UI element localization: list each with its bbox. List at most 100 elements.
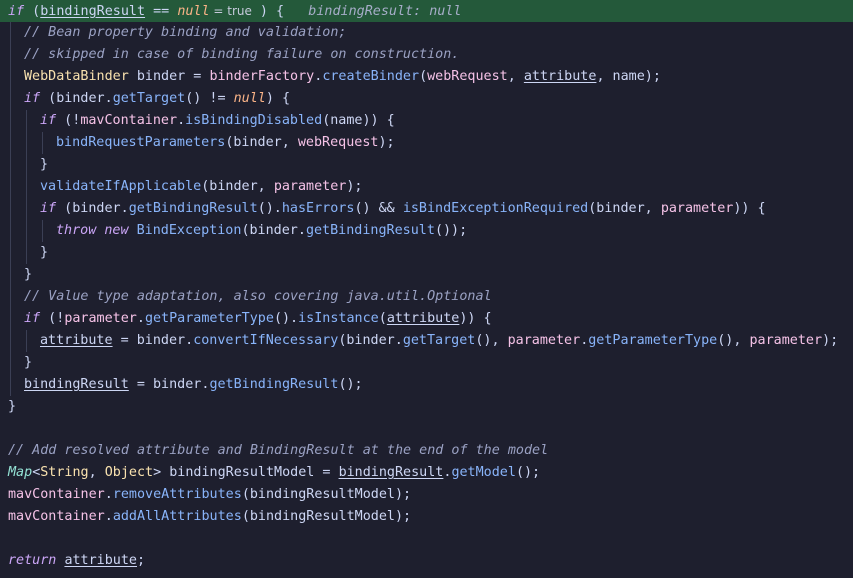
code-line[interactable]: // Bean property binding and validation;	[0, 22, 853, 44]
code-token: ());	[434, 223, 468, 238]
code-token: getBindingResult	[305, 223, 435, 238]
indent-guide	[10, 220, 11, 242]
code-token: }	[40, 245, 49, 260]
inlay-hint: bindingResult: null	[284, 4, 462, 19]
code-token: removeAttributes	[112, 487, 242, 502]
code-token: (bindingResultModel);	[241, 509, 412, 524]
code-line[interactable]: if (!parameter.getParameterType().isInst…	[0, 308, 853, 330]
code-token: getModel	[451, 465, 516, 480]
code-token: if	[24, 311, 41, 326]
code-token: webRequest	[297, 135, 379, 150]
code-token: bindRequestParameters	[56, 135, 226, 150]
code-token: (!	[56, 113, 81, 128]
code-token: .	[104, 487, 113, 502]
code-token: (binder,	[588, 201, 661, 216]
code-token: .	[104, 509, 113, 524]
code-token: String	[40, 465, 89, 480]
code-token: ) {	[251, 4, 285, 19]
evaluation-hint: = true	[209, 4, 252, 18]
code-token: bindingResult	[40, 4, 146, 19]
code-token: new	[104, 223, 129, 238]
code-editor[interactable]: if (bindingResult == null = true ) { bin…	[0, 0, 853, 578]
code-token: binder =	[128, 69, 210, 84]
indent-guide	[26, 154, 27, 176]
indent-guide	[26, 176, 27, 198]
code-line[interactable]: Map<String, Object> bindingResultModel =…	[0, 462, 853, 484]
code-line[interactable]: mavContainer.addAllAttributes(bindingRes…	[0, 506, 853, 528]
code-token: attribute	[523, 69, 597, 84]
indent-guide	[10, 88, 11, 110]
code-line[interactable]: }	[0, 264, 853, 286]
code-line[interactable]: }	[0, 242, 853, 264]
code-line[interactable]: WebDataBinder binder = binderFactory.cre…	[0, 66, 853, 88]
code-line[interactable]: if (binder.getTarget() != null) {	[0, 88, 853, 110]
code-token: , name);	[596, 69, 661, 84]
code-token: parameter	[507, 333, 581, 348]
indent-guide	[26, 198, 27, 220]
code-token: if	[40, 113, 57, 128]
code-token: parameter	[64, 311, 137, 326]
code-line[interactable]	[0, 528, 853, 550]
code-token: .	[177, 113, 186, 128]
code-token: return	[8, 553, 57, 568]
code-token: (binder,	[201, 179, 274, 194]
code-token: (),	[475, 333, 508, 348]
code-token: isBindingDisabled	[185, 113, 323, 128]
code-line[interactable]: return attribute;	[0, 550, 853, 572]
code-token: )) {	[459, 311, 492, 326]
code-line[interactable]: attribute = binder.convertIfNecessary(bi…	[0, 330, 853, 352]
code-token: // Add resolved attribute and BindingRes…	[8, 443, 549, 458]
code-line[interactable]	[0, 418, 853, 440]
code-token: getBindingResult	[128, 201, 258, 216]
code-token: if	[8, 4, 25, 19]
code-token: }	[24, 267, 33, 282]
code-line-current[interactable]: if (bindingResult == null = true ) { bin…	[0, 0, 853, 22]
code-token: (binder.	[56, 201, 129, 216]
code-line[interactable]: mavContainer.removeAttributes(bindingRes…	[0, 484, 853, 506]
code-line[interactable]: bindRequestParameters(binder, webRequest…	[0, 132, 853, 154]
code-token: > bindingResultModel =	[153, 465, 339, 480]
code-token: mavContainer	[8, 509, 105, 524]
code-token: parameter	[749, 333, 823, 348]
code-token: Map	[8, 465, 33, 480]
code-line[interactable]: validateIfApplicable(binder, parameter);	[0, 176, 853, 198]
code-token: // Bean property binding and validation;	[24, 25, 347, 40]
code-line[interactable]: // skipped in case of binding failure on…	[0, 44, 853, 66]
code-token: = binder.	[128, 377, 210, 392]
indent-guide	[10, 352, 11, 374]
code-token: if	[24, 91, 41, 106]
code-token: BindException	[136, 223, 242, 238]
code-token: (	[24, 4, 41, 19]
code-line[interactable]: }	[0, 154, 853, 176]
indent-guide	[10, 242, 11, 264]
code-token: ,	[88, 465, 105, 480]
indent-guide	[10, 374, 11, 396]
code-token: ();	[515, 465, 541, 480]
code-token: ) {	[265, 91, 291, 106]
code-token: ==	[145, 4, 178, 19]
code-token: (	[419, 69, 428, 84]
code-token: // Value type adaptation, also covering …	[24, 289, 492, 304]
code-line[interactable]: }	[0, 396, 853, 418]
code-line[interactable]: // Add resolved attribute and BindingRes…	[0, 440, 853, 462]
code-line[interactable]: throw new BindException(binder.getBindin…	[0, 220, 853, 242]
code-line[interactable]: }	[0, 352, 853, 374]
code-token: }	[40, 157, 49, 172]
code-line[interactable]: // Value type adaptation, also covering …	[0, 286, 853, 308]
code-token: webRequest	[427, 69, 508, 84]
code-token: addAllAttributes	[112, 509, 242, 524]
code-token: parameter	[660, 201, 734, 216]
code-token: );	[378, 135, 395, 150]
indent-guide	[10, 44, 11, 66]
code-token: isInstance	[298, 311, 379, 326]
indent-guide	[26, 330, 27, 352]
code-line[interactable]: if (binder.getBindingResult().hasErrors(…	[0, 198, 853, 220]
code-token: mavContainer	[8, 487, 105, 502]
indent-guide	[10, 198, 11, 220]
code-line[interactable]: if (!mavContainer.isBindingDisabled(name…	[0, 110, 853, 132]
code-token: ,	[507, 69, 524, 84]
code-line[interactable]: bindingResult = binder.getBindingResult(…	[0, 374, 853, 396]
code-token: // skipped in case of binding failure on…	[24, 47, 460, 62]
indent-guide	[10, 264, 11, 286]
indent-guide	[10, 66, 11, 88]
